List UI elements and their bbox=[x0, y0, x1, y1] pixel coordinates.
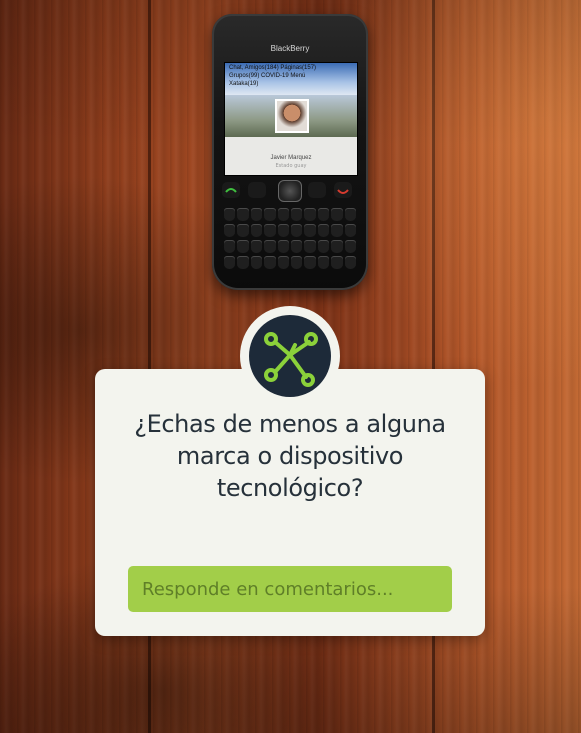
phone-screen: Chat, Amigos(184) Páginas(157) Grupos(99… bbox=[224, 62, 358, 176]
question-text: ¿Echas de menos a alguna marca o disposi… bbox=[110, 408, 470, 504]
question-line: marca o dispositivo bbox=[176, 442, 404, 470]
phone-nav-keys bbox=[222, 180, 358, 204]
avatar bbox=[275, 99, 309, 133]
question-line: tecnológico? bbox=[216, 474, 364, 502]
screen-line: Chat, Amigos(184) Páginas(157) bbox=[229, 65, 317, 71]
reply-input[interactable] bbox=[128, 566, 452, 612]
xataka-x-logo-icon bbox=[249, 315, 331, 397]
phone-keyboard bbox=[224, 208, 356, 278]
question-line: ¿Echas de menos a alguna bbox=[134, 410, 446, 438]
screen-line: Grupos(99) COVID-19 Menú bbox=[229, 73, 306, 79]
contact-name: Javier Marquez bbox=[270, 155, 312, 161]
contact-status: Estado guay bbox=[275, 163, 307, 169]
phone-brand-label: BlackBerry bbox=[270, 44, 310, 53]
screen-line: Xataka(19) bbox=[229, 81, 259, 87]
blackberry-phone-photo: BlackBerry Chat, Amigos(184) Páginas(157… bbox=[212, 14, 368, 290]
